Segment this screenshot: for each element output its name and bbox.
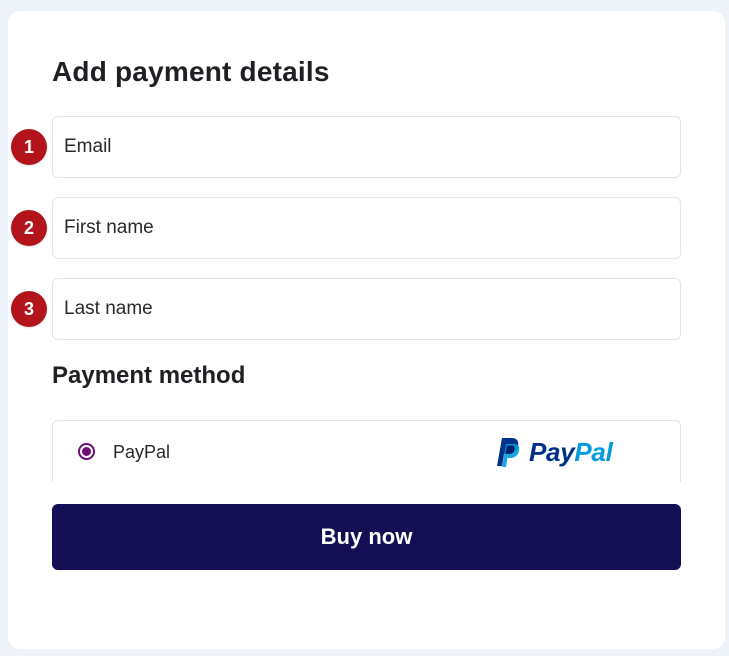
last-name-field[interactable] bbox=[52, 278, 681, 340]
step-badge-1: 1 bbox=[11, 129, 47, 165]
paypal-wordmark: PayPal bbox=[529, 436, 613, 468]
page-title: Add payment details bbox=[52, 56, 330, 87]
paypal-logo: PayPal bbox=[493, 436, 613, 468]
paypal-logo-icon bbox=[497, 438, 520, 467]
step-badge-3: 3 bbox=[11, 291, 47, 327]
payment-method-title: Payment method bbox=[52, 362, 246, 389]
last-name-field-row: 3 bbox=[8, 278, 725, 340]
paypal-wordmark-pal: Pal bbox=[574, 437, 613, 467]
paypal-wordmark-pay: Pay bbox=[529, 437, 575, 467]
paypal-payment-option[interactable]: PayPal PayPal bbox=[52, 420, 681, 482]
payment-card: Add payment details 1 2 3 Payment method… bbox=[8, 11, 725, 649]
email-field[interactable] bbox=[52, 116, 681, 178]
email-field-row: 1 bbox=[8, 116, 725, 178]
radio-dot bbox=[82, 447, 91, 456]
first-name-field[interactable] bbox=[52, 197, 681, 259]
radio-selected-icon[interactable] bbox=[78, 443, 95, 460]
step-badge-2: 2 bbox=[11, 210, 47, 246]
payment-option-label: PayPal bbox=[113, 442, 171, 462]
first-name-field-row: 2 bbox=[8, 197, 725, 259]
buy-now-button[interactable]: Buy now bbox=[52, 504, 681, 570]
